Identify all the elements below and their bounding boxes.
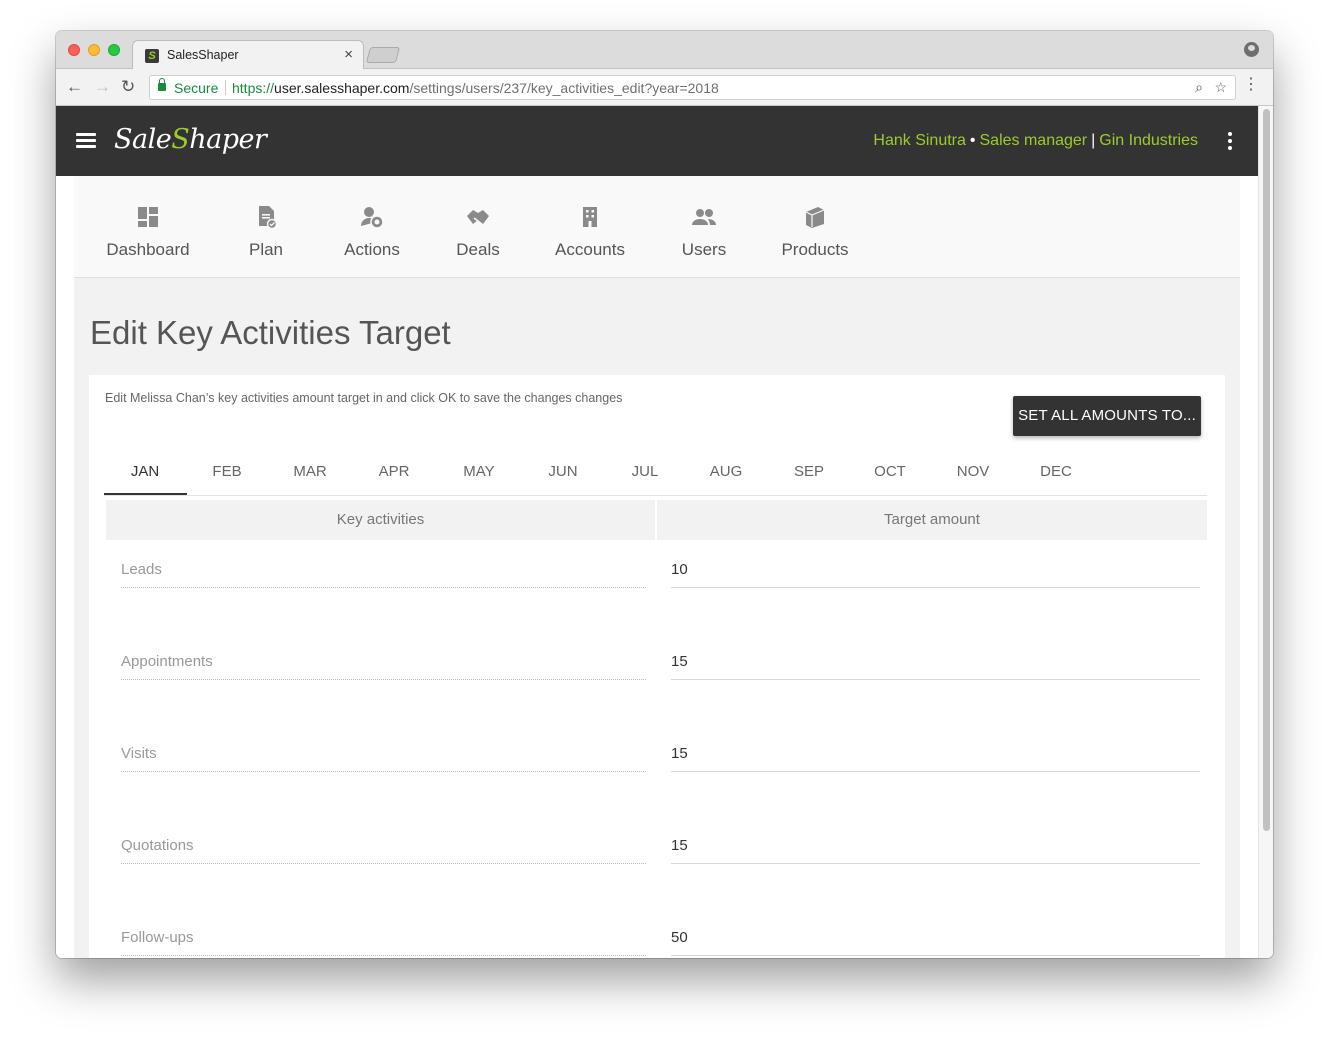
nav-label-dashboard: Dashboard <box>106 240 190 259</box>
url-host: user.salesshaper.com <box>274 80 410 96</box>
scrollbar-thumb[interactable] <box>1263 109 1270 831</box>
reload-icon[interactable]: ↻ <box>121 77 135 97</box>
main-content: Edit Key Activities Target Edit Melissa … <box>74 278 1240 958</box>
address-bar[interactable]: Secure https://user.salesshaper.com/sett… <box>149 75 1236 100</box>
tab-title: SalesShaper <box>167 48 239 62</box>
column-header-target-amount: Target amount <box>657 500 1207 540</box>
new-tab-button[interactable] <box>365 47 401 63</box>
activity-label-follow-ups: Follow-ups <box>121 929 646 956</box>
browser-tab-bar: S SalesShaper × <box>56 31 1273 70</box>
dashboard-icon <box>135 204 161 230</box>
target-input-quotations[interactable]: 15 <box>671 837 1200 864</box>
browser-menu-icon[interactable]: ⋮ <box>1243 77 1259 93</box>
nav-item-users[interactable]: Users <box>680 204 728 260</box>
lock-icon <box>158 78 166 91</box>
url-text[interactable]: https://user.salesshaper.com/settings/us… <box>232 80 719 96</box>
bookmark-star-icon[interactable]: ☆ <box>1214 79 1227 96</box>
browser-window: S SalesShaper × ← → ↻ Secure https://use… <box>56 31 1273 958</box>
tab-jun[interactable]: JUN <box>522 463 604 480</box>
tab-may[interactable]: MAY <box>438 463 520 480</box>
users-icon <box>691 204 717 230</box>
actions-icon <box>359 204 385 230</box>
tab-jan[interactable]: JAN <box>104 463 186 480</box>
zoom-icon[interactable]: ⌕ <box>1195 79 1203 96</box>
activity-label-visits: Visits <box>121 745 646 772</box>
activity-label-quotations: Quotations <box>121 837 646 864</box>
profile-icon[interactable] <box>1244 42 1259 57</box>
deals-icon <box>465 204 491 230</box>
favicon-icon: S <box>145 49 159 63</box>
app-header: SaleShaper Hank Sinutra • Sales manager | Gi… <box>56 106 1258 176</box>
page-scrollbar[interactable] <box>1258 106 1273 958</box>
target-input-leads[interactable]: 10 <box>671 561 1200 588</box>
tab-dec[interactable]: DEC <box>1015 463 1097 480</box>
company-name: Gin Industries <box>1099 132 1198 149</box>
page-title: Edit Key Activities Target <box>90 314 451 351</box>
url-path: /settings/users/237/key_activities_edit?… <box>409 80 719 96</box>
month-tabs: JAN FEB MAR APR MAY JUN JUL AUG SEP OCT … <box>104 451 1207 496</box>
tab-sep[interactable]: SEP <box>768 463 850 480</box>
browser-toolbar: ← → ↻ Secure https://user.salesshaper.co… <box>56 69 1273 106</box>
nav-label-accounts: Accounts <box>555 240 625 259</box>
hamburger-menu-icon[interactable] <box>76 133 98 149</box>
tab-jul[interactable]: JUL <box>604 463 686 480</box>
back-icon[interactable]: ← <box>66 77 83 97</box>
address-divider <box>225 80 226 95</box>
products-icon <box>802 204 828 230</box>
nav-label-plan: Plan <box>248 240 284 259</box>
plan-icon <box>253 204 279 230</box>
target-input-appointments[interactable]: 15 <box>671 653 1200 680</box>
nav-item-actions[interactable]: Actions <box>340 204 404 260</box>
minimize-window-button[interactable] <box>88 44 100 56</box>
active-tab-indicator <box>104 493 187 495</box>
activity-label-appointments: Appointments <box>121 653 646 680</box>
nav-item-products[interactable]: Products <box>778 204 852 260</box>
secure-label: Secure <box>174 80 219 96</box>
url-scheme: https:// <box>232 80 275 96</box>
nav-label-users: Users <box>681 240 727 259</box>
target-input-visits[interactable]: 15 <box>671 745 1200 772</box>
nav-label-actions: Actions <box>344 240 400 259</box>
user-role: Sales manager <box>979 132 1088 149</box>
page-description: Edit Melissa Chan’s key activities amoun… <box>105 391 623 405</box>
nav-label-deals: Deals <box>456 240 500 259</box>
salesshaper-logo[interactable]: SaleShaper <box>114 124 267 155</box>
tab-oct[interactable]: OCT <box>849 463 931 480</box>
nav-item-accounts[interactable]: Accounts <box>552 204 628 260</box>
tab-feb[interactable]: FEB <box>186 463 268 480</box>
tab-apr[interactable]: APR <box>353 463 435 480</box>
accounts-icon <box>577 204 603 230</box>
activity-label-leads: Leads <box>121 561 646 588</box>
maximize-window-button[interactable] <box>108 44 120 56</box>
nav-item-dashboard[interactable]: Dashboard <box>104 204 192 260</box>
tab-nov[interactable]: NOV <box>932 463 1014 480</box>
user-name: Hank Sinutra <box>873 132 966 149</box>
target-input-follow-ups[interactable]: 50 <box>671 929 1200 956</box>
tab-aug[interactable]: AUG <box>685 463 767 480</box>
forward-icon[interactable]: → <box>94 77 111 97</box>
user-info[interactable]: Hank Sinutra • Sales manager | Gin Industrie… <box>873 132 1198 150</box>
nav-item-deals[interactable]: Deals <box>454 204 502 260</box>
browser-tab[interactable]: S SalesShaper × <box>132 40 364 70</box>
set-all-amounts-button[interactable]: SET ALL AMOUNTS TO... <box>1013 396 1201 436</box>
nav-item-plan[interactable]: Plan <box>244 204 288 260</box>
close-window-button[interactable] <box>68 44 80 56</box>
tab-mar[interactable]: MAR <box>269 463 351 480</box>
more-options-icon[interactable] <box>1228 132 1232 150</box>
column-header-key-activities: Key activities <box>106 500 655 540</box>
main-nav: Dashboard Plan Actions Deals Accounts Us… <box>74 176 1240 278</box>
nav-label-products: Products <box>781 240 849 259</box>
tab-close-icon[interactable]: × <box>344 46 353 63</box>
targets-card: Edit Melissa Chan’s key activities amoun… <box>89 375 1225 958</box>
page-viewport: SaleShaper Hank Sinutra • Sales manager | Gi… <box>56 106 1273 958</box>
